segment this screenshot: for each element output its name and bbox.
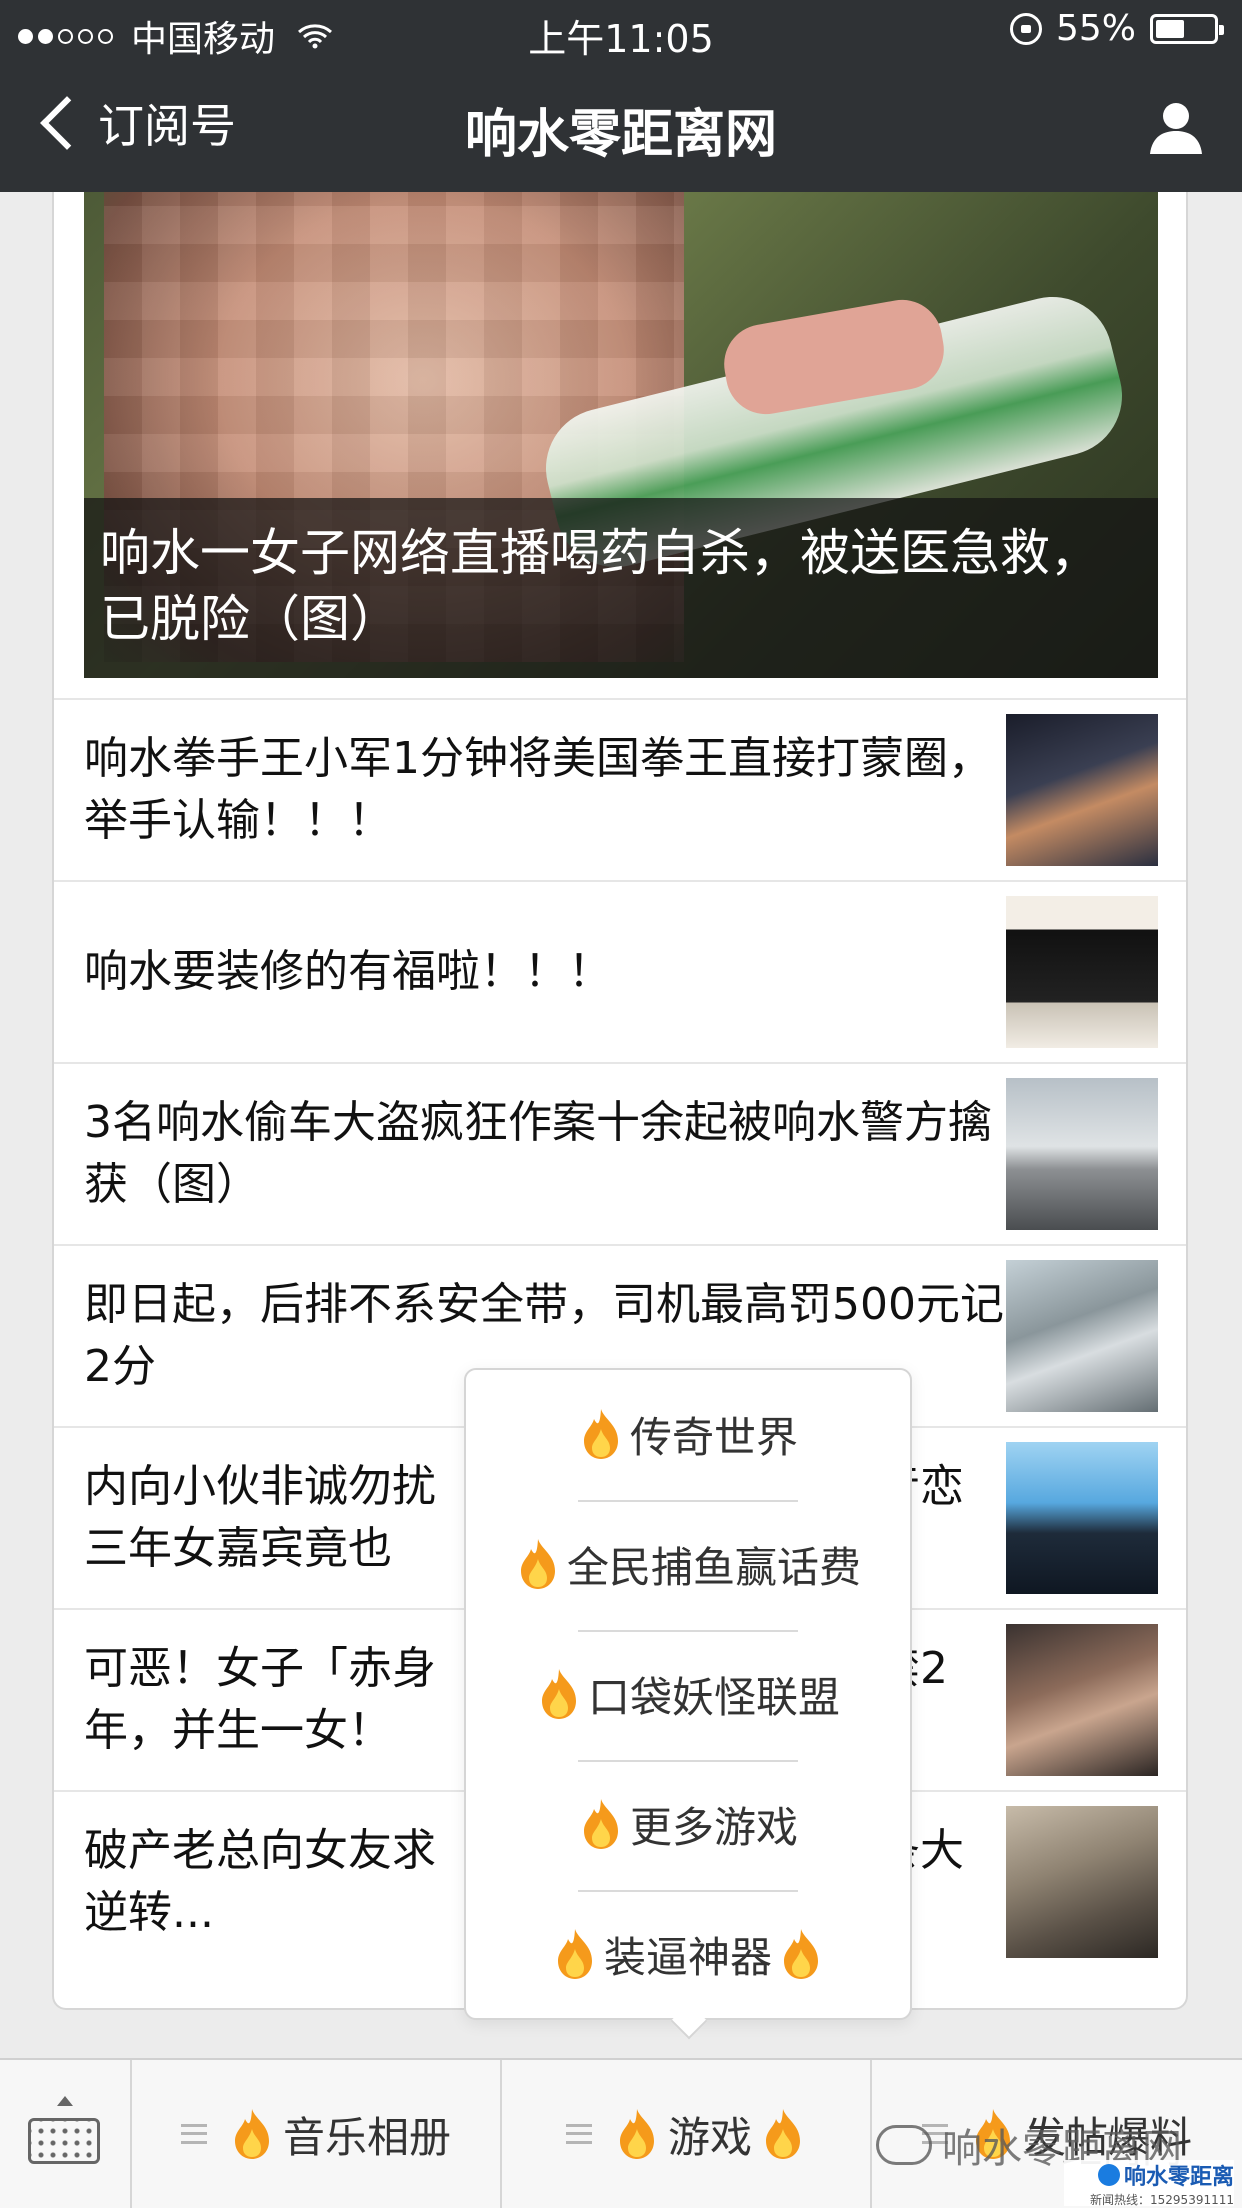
fire-icon (583, 1799, 618, 1849)
battery-fill (1156, 19, 1185, 38)
menu-item-show-off-tool[interactable]: 装逼神器 (466, 1890, 910, 2018)
menu-item-label: 更多游戏 (629, 1802, 798, 1852)
menu-item-label: 口袋妖怪联盟 (587, 1672, 840, 1722)
fire-icon (784, 1929, 818, 1979)
hotline-text: 新闻热线：15295391111 (1090, 2192, 1234, 2207)
menu-tab-label: 音乐相册 (282, 2112, 451, 2162)
list-item-thumbnail (1006, 714, 1158, 866)
page-title: 响水零距离网 (464, 105, 777, 165)
user-icon[interactable] (1146, 96, 1206, 156)
menu-lines-icon (180, 2124, 207, 2144)
menu-item-label: 全民捕鱼赢话费 (566, 1542, 861, 1592)
list-item[interactable]: 3名响水偷车大盗疯狂作案十余起被响水警方擒获（图） (54, 1062, 1186, 1244)
list-item-title: 响水拳手王小军1分钟将美国拳王直接打蒙圈，举手认输！！！ (84, 733, 992, 846)
fire-icon (557, 1929, 592, 1979)
site-logo: 响水零距离 新闻热线：15295391111 (1064, 2159, 1234, 2207)
menu-tab-label: 游戏 (667, 2112, 752, 2162)
status-bar: 中国移动 上午11:05 55% (0, 0, 1242, 62)
menu-tab-music-album[interactable]: 音乐相册 (132, 2060, 502, 2208)
caret-up-icon (57, 2096, 73, 2106)
site-logo-name: 响水零距离 (1097, 2159, 1234, 2191)
list-item-title: 响水要装修的有福啦！！！ (84, 946, 612, 997)
menu-lines-icon (565, 2124, 592, 2144)
site-logo-text: 响水零距离 (1123, 2164, 1234, 2190)
bottom-menu-bar: 音乐相册 游戏 发帖爆料 响水零距离网 响水零距离 新闻热线：152953911… (0, 2058, 1242, 2208)
fire-icon (520, 1539, 555, 1589)
battery-percent: 55% (1055, 8, 1136, 49)
menu-tab-games[interactable]: 游戏 (502, 2060, 872, 2208)
status-right: 55% (1009, 8, 1224, 49)
fire-icon (234, 2109, 269, 2159)
menu-item-fishing[interactable]: 全民捕鱼赢话费 (466, 1500, 910, 1628)
menu-item-more-games[interactable]: 更多游戏 (466, 1760, 910, 1888)
list-item-thumbnail (1006, 1442, 1158, 1594)
wechat-logo-icon (876, 2125, 932, 2165)
logo-ball-icon (1097, 2163, 1120, 2186)
menu-item-label: 传奇世界 (629, 1412, 798, 1462)
list-item-thumbnail (1006, 1078, 1158, 1230)
games-popup-menu: 传奇世界 全民捕鱼赢话费 口袋妖怪联盟 更多游戏 装逼神器 (464, 1368, 912, 2020)
nav-bar: 订阅号 响水零距离网 (0, 62, 1242, 192)
menu-item-label: 装逼神器 (603, 1932, 772, 1982)
hero-caption: 响水一女子网络直播喝药自杀，被送医急救，已脱险（图） (84, 498, 1158, 678)
list-item-thumbnail (1006, 1806, 1158, 1958)
keyboard-toggle-button[interactable] (0, 2060, 132, 2208)
list-item-title: 3名响水偷车大盗疯狂作案十余起被响水警方擒获（图） (84, 1097, 992, 1210)
fire-icon (619, 2109, 654, 2159)
list-item[interactable]: 响水要装修的有福啦！！！ (54, 880, 1186, 1062)
rotation-lock-icon (1009, 12, 1042, 45)
fire-icon (541, 1669, 576, 1719)
menu-item-legend-world[interactable]: 传奇世界 (466, 1370, 910, 1498)
list-item-thumbnail (1006, 1624, 1158, 1776)
battery-icon (1150, 13, 1224, 44)
menu-item-pocket-monster[interactable]: 口袋妖怪联盟 (466, 1630, 910, 1758)
fire-icon (583, 1409, 618, 1459)
keyboard-icon (28, 2118, 100, 2164)
list-item-thumbnail (1006, 1260, 1158, 1412)
list-item[interactable]: 响水拳手王小军1分钟将美国拳王直接打蒙圈，举手认输！！！ (54, 698, 1186, 880)
fire-icon (766, 2109, 800, 2159)
hero-article[interactable]: 响水一女子网络直播喝药自杀，被送医急救，已脱险（图） (84, 192, 1158, 678)
list-item-thumbnail (1006, 896, 1158, 1048)
